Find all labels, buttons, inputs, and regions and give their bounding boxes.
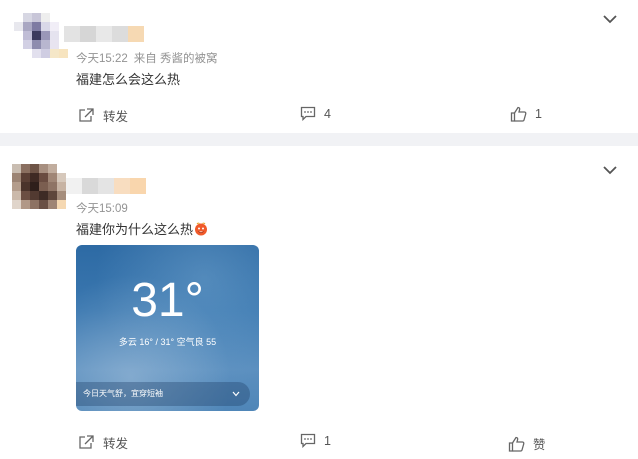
post-source[interactable]: 来自 秀酱的被窝: [134, 53, 218, 65]
repost-button[interactable]: 转发: [78, 106, 128, 125]
weather-card-image[interactable]: 31° 多云 16° / 31° 空气良 55 今日天气舒，宜穿短袖: [76, 245, 259, 411]
avatar[interactable]: [14, 13, 70, 65]
thumbs-up-icon: [510, 106, 527, 122]
avatar[interactable]: [12, 164, 68, 216]
thumbs-up-icon: [508, 436, 525, 452]
hot-face-emoji-icon: [195, 222, 208, 236]
post-meta: 今天15:09: [76, 200, 128, 216]
repost-button[interactable]: 转发: [78, 433, 128, 452]
chevron-down-icon[interactable]: [603, 165, 617, 175]
post-time: 今天15:22: [76, 53, 128, 65]
comment-button[interactable]: 1: [300, 433, 331, 448]
weather-summary: 多云 16° / 31° 空气良 55: [118, 337, 217, 347]
weather-tip: 今日天气舒，宜穿短袖: [76, 382, 250, 406]
comment-item: 今天15:22 来自 秀酱的被窝 福建怎么会这么热 转发 4 1: [0, 0, 638, 133]
like-button[interactable]: 赞: [508, 434, 546, 453]
like-count: 1: [535, 107, 542, 121]
repost-label: 转发: [103, 110, 129, 124]
post-text: 福建你为什么这么热: [76, 222, 194, 237]
repost-icon: [79, 435, 94, 449]
separator: [0, 133, 638, 146]
username-blurred[interactable]: [66, 178, 146, 194]
comment-icon: [300, 433, 316, 448]
repost-icon: [79, 108, 94, 122]
weather-temperature: 31°: [131, 274, 204, 327]
like-label: 赞: [533, 438, 546, 452]
repost-label: 转发: [103, 437, 129, 451]
weather-tip-text: 今日天气舒，宜穿短袖: [83, 389, 163, 398]
post-text: 福建怎么会这么热: [76, 72, 181, 87]
like-button[interactable]: 1: [510, 106, 542, 122]
username-blurred[interactable]: [64, 26, 144, 42]
post-time: 今天15:09: [76, 203, 128, 215]
comment-button[interactable]: 4: [300, 106, 331, 121]
comment-count: 4: [324, 106, 331, 121]
post-meta: 今天15:22 来自 秀酱的被窝: [76, 50, 217, 66]
comment-icon: [300, 106, 316, 121]
chevron-down-icon[interactable]: [603, 14, 617, 24]
chevron-down-icon: [232, 391, 240, 397]
post-text-row: 福建你为什么这么热: [76, 219, 208, 238]
comment-count: 1: [324, 433, 331, 448]
